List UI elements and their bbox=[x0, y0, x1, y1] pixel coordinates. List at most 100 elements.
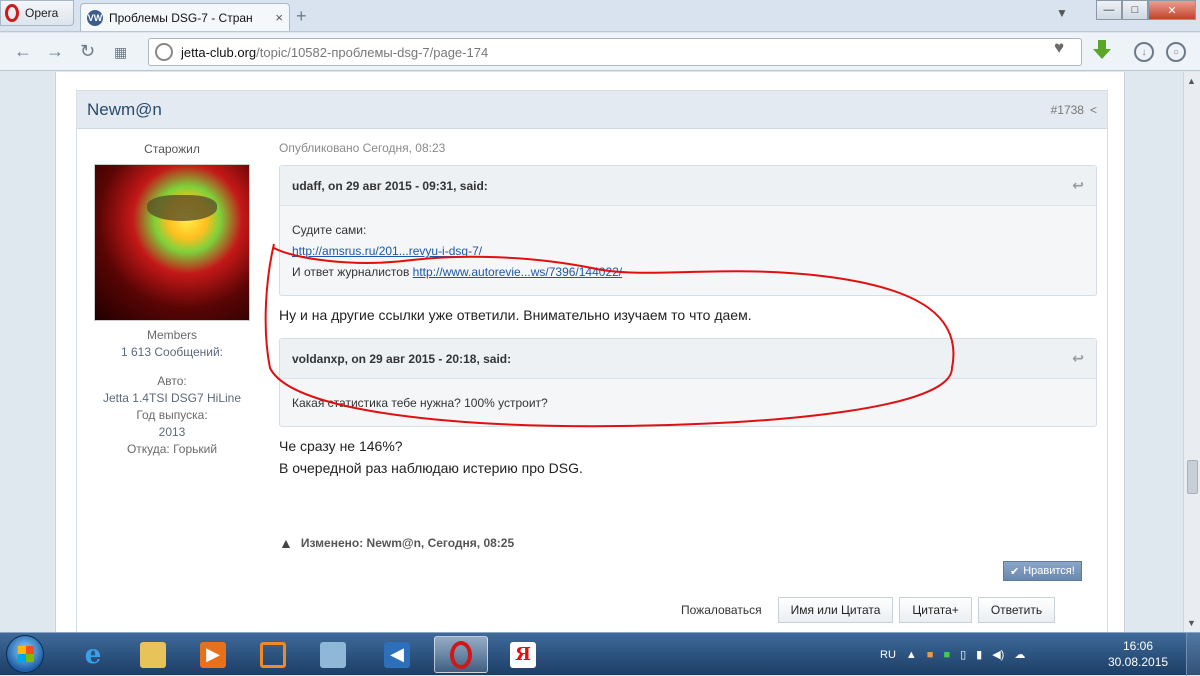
quote-2-line-1: Какая статистика тебе нужна? 100% устрои… bbox=[292, 396, 548, 410]
warning-icon: ▲ bbox=[279, 535, 293, 551]
cloud-icon[interactable]: ☁ bbox=[1014, 648, 1025, 661]
speed-dial-grid-icon[interactable]: ▦ bbox=[114, 44, 127, 61]
taskbar-internet-explorer[interactable]: e bbox=[66, 636, 120, 673]
checkmark-icon: ✔ bbox=[1010, 565, 1020, 578]
start-button[interactable] bbox=[6, 635, 44, 673]
phone-icon[interactable]: ▯ bbox=[960, 648, 966, 661]
minimize-button[interactable]: — bbox=[1096, 0, 1122, 20]
tray-app-icon[interactable]: ■ bbox=[927, 649, 934, 661]
quote-2-citation[interactable]: voldanxp, on 29 авг 2015 - 20:18, said: bbox=[292, 352, 511, 366]
tab-menu-icon[interactable]: ▼ bbox=[1056, 6, 1068, 20]
opera-icon bbox=[450, 640, 472, 669]
page-scrollbar[interactable]: ▲ ▼ bbox=[1183, 72, 1200, 632]
quote-plus-button[interactable]: Цитата+ bbox=[899, 597, 972, 623]
post-number[interactable]: #1738 < bbox=[1051, 103, 1097, 117]
opera-menu-button[interactable]: Opera bbox=[0, 0, 74, 26]
back-arrow-icon[interactable]: ← bbox=[14, 41, 32, 62]
browser-tab-bar: Opera VW Проблемы DSG-7 - Стран × + ▼ — … bbox=[0, 0, 1200, 32]
tray-arrow-icon[interactable]: ▲ bbox=[906, 649, 917, 661]
taskbar-app-orange[interactable] bbox=[246, 636, 300, 673]
page-viewport: Newm@n #1738 < Старожил Members 1 613 Со… bbox=[0, 72, 1183, 632]
internet-explorer-icon: e bbox=[84, 639, 102, 670]
post-number-label[interactable]: #1738 bbox=[1051, 103, 1084, 117]
site-info-icon[interactable] bbox=[155, 43, 173, 61]
reply-2-line-2: В очередной раз наблюдаю истерию про DSG… bbox=[279, 460, 583, 476]
browser-toolbar: ← → ↻ ▦ jetta-club.org/topic/10582-пробл… bbox=[0, 33, 1200, 71]
taskbar-media-player[interactable]: ▶ bbox=[186, 636, 240, 673]
author-rank: Старожил bbox=[144, 142, 200, 156]
tray-green-icon[interactable]: ■ bbox=[943, 649, 950, 661]
taskbar-opera[interactable] bbox=[434, 636, 488, 673]
quote-1-link-1[interactable]: http://amsrus.ru/201...revyu-i-dsg-7/ bbox=[292, 244, 482, 258]
folder-icon bbox=[140, 641, 166, 668]
downloads-icon[interactable]: ↓ bbox=[1134, 42, 1154, 62]
tab-close-icon[interactable]: × bbox=[275, 10, 283, 25]
quote-1-body: Судите сами: http://amsrus.ru/201...revy… bbox=[280, 206, 1096, 295]
scroll-down-icon[interactable]: ▼ bbox=[1187, 618, 1196, 628]
opera-menu-label: Opera bbox=[25, 6, 59, 20]
browser-tab-active[interactable]: VW Проблемы DSG-7 - Стран × bbox=[80, 3, 290, 31]
quote-1-line-3: И ответ журналистов bbox=[292, 265, 413, 279]
forum-page: Newm@n #1738 < Старожил Members 1 613 Со… bbox=[55, 72, 1125, 632]
quote-block-2: voldanxp, on 29 авг 2015 - 20:18, said: … bbox=[279, 338, 1097, 427]
clock-time: 16:06 bbox=[1122, 639, 1154, 653]
forward-arrow-icon[interactable]: → bbox=[46, 41, 64, 62]
taskbar-volume-app[interactable]: ◀ bbox=[370, 636, 424, 673]
taskbar-yandex[interactable]: Я bbox=[496, 636, 550, 673]
language-indicator[interactable]: RU bbox=[880, 649, 896, 661]
network-signal-icon[interactable]: ▮ bbox=[976, 648, 982, 661]
share-icon[interactable]: < bbox=[1090, 103, 1097, 117]
post-header: Newm@n #1738 < bbox=[77, 91, 1107, 129]
system-clock[interactable]: 16:06 30.08.2015 bbox=[1108, 638, 1168, 670]
maximize-button[interactable]: □ bbox=[1122, 0, 1148, 20]
quote-2-body: Какая статистика тебе нужна? 100% устрои… bbox=[280, 379, 1096, 426]
download-arrow-icon[interactable] bbox=[1092, 39, 1112, 61]
close-window-button[interactable]: ✕ bbox=[1148, 0, 1196, 20]
multi-quote-button[interactable]: Имя или Цитата bbox=[777, 597, 894, 623]
edited-notice: ▲ Изменено: Newm@n, Сегодня, 08:25 bbox=[279, 535, 514, 551]
author-sidebar: Старожил Members 1 613 Сообщений: Авто: … bbox=[77, 141, 267, 458]
speaker-icon: ◀ bbox=[384, 641, 410, 668]
url-domain: jetta-club.org bbox=[181, 44, 257, 60]
like-label: Нравится! bbox=[1023, 565, 1075, 577]
like-button[interactable]: ✔ Нравится! bbox=[1003, 561, 1082, 581]
report-link[interactable]: Пожаловаться bbox=[681, 603, 762, 617]
car-label: Авто: bbox=[157, 374, 187, 388]
post-author-link[interactable]: Newm@n bbox=[87, 100, 162, 120]
photo-viewer-icon bbox=[320, 641, 346, 668]
quote-2-header: voldanxp, on 29 авг 2015 - 20:18, said: … bbox=[280, 339, 1096, 379]
from-label: Откуда: Горький bbox=[126, 442, 218, 456]
car-value: Jetta 1.4TSI DSG7 HiLine bbox=[102, 391, 242, 405]
reply-button[interactable]: Ответить bbox=[977, 597, 1056, 623]
bookmark-heart-icon[interactable]: ♥ bbox=[1054, 38, 1064, 58]
published-date: Опубликовано Сегодня, 08:23 bbox=[279, 141, 446, 155]
avatar[interactable] bbox=[94, 164, 250, 321]
reload-icon[interactable]: ↻ bbox=[80, 41, 95, 62]
show-desktop-button[interactable] bbox=[1186, 633, 1200, 676]
author-posts-count: 1 613 Сообщений: bbox=[120, 345, 224, 359]
scroll-thumb[interactable] bbox=[1187, 460, 1198, 494]
turbo-icon[interactable]: ○ bbox=[1166, 42, 1186, 62]
reply-2-line-1: Че сразу не 146%? bbox=[279, 438, 403, 454]
author-group: Members bbox=[146, 328, 197, 342]
quote-link-icon[interactable]: ↩ bbox=[1072, 350, 1084, 367]
quote-1-link-2[interactable]: http://www.autorevie...ws/7396/144022/ bbox=[413, 265, 622, 279]
windows-taskbar: e ▶ ◀ Я RU ▲ ■ ■ ▯ ▮ ◀) ☁ 16:06 30.08.20… bbox=[0, 632, 1200, 676]
media-player-icon: ▶ bbox=[200, 641, 226, 668]
vw-favicon-icon: VW bbox=[87, 9, 103, 26]
reply-text-1: Ну и на другие ссылки уже ответили. Вним… bbox=[279, 307, 752, 323]
quote-1-citation[interactable]: udaff, on 29 авг 2015 - 09:31, said: bbox=[292, 179, 488, 193]
taskbar-explorer[interactable] bbox=[126, 636, 180, 673]
yandex-icon: Я bbox=[510, 641, 536, 668]
quote-link-icon[interactable]: ↩ bbox=[1072, 177, 1084, 194]
app-grid-icon bbox=[260, 641, 286, 668]
forum-post: Newm@n #1738 < Старожил Members 1 613 Со… bbox=[76, 90, 1108, 632]
volume-tray-icon[interactable]: ◀) bbox=[992, 648, 1004, 661]
scroll-up-icon[interactable]: ▲ bbox=[1187, 76, 1196, 86]
year-value: 2013 bbox=[158, 425, 186, 439]
taskbar-photo-viewer[interactable] bbox=[306, 636, 360, 673]
address-bar[interactable]: jetta-club.org/topic/10582-проблемы-dsg-… bbox=[148, 38, 1082, 66]
new-tab-icon[interactable]: + bbox=[296, 6, 307, 27]
post-body: Опубликовано Сегодня, 08:23 udaff, on 29… bbox=[279, 141, 1097, 491]
opera-logo-icon bbox=[5, 4, 19, 22]
